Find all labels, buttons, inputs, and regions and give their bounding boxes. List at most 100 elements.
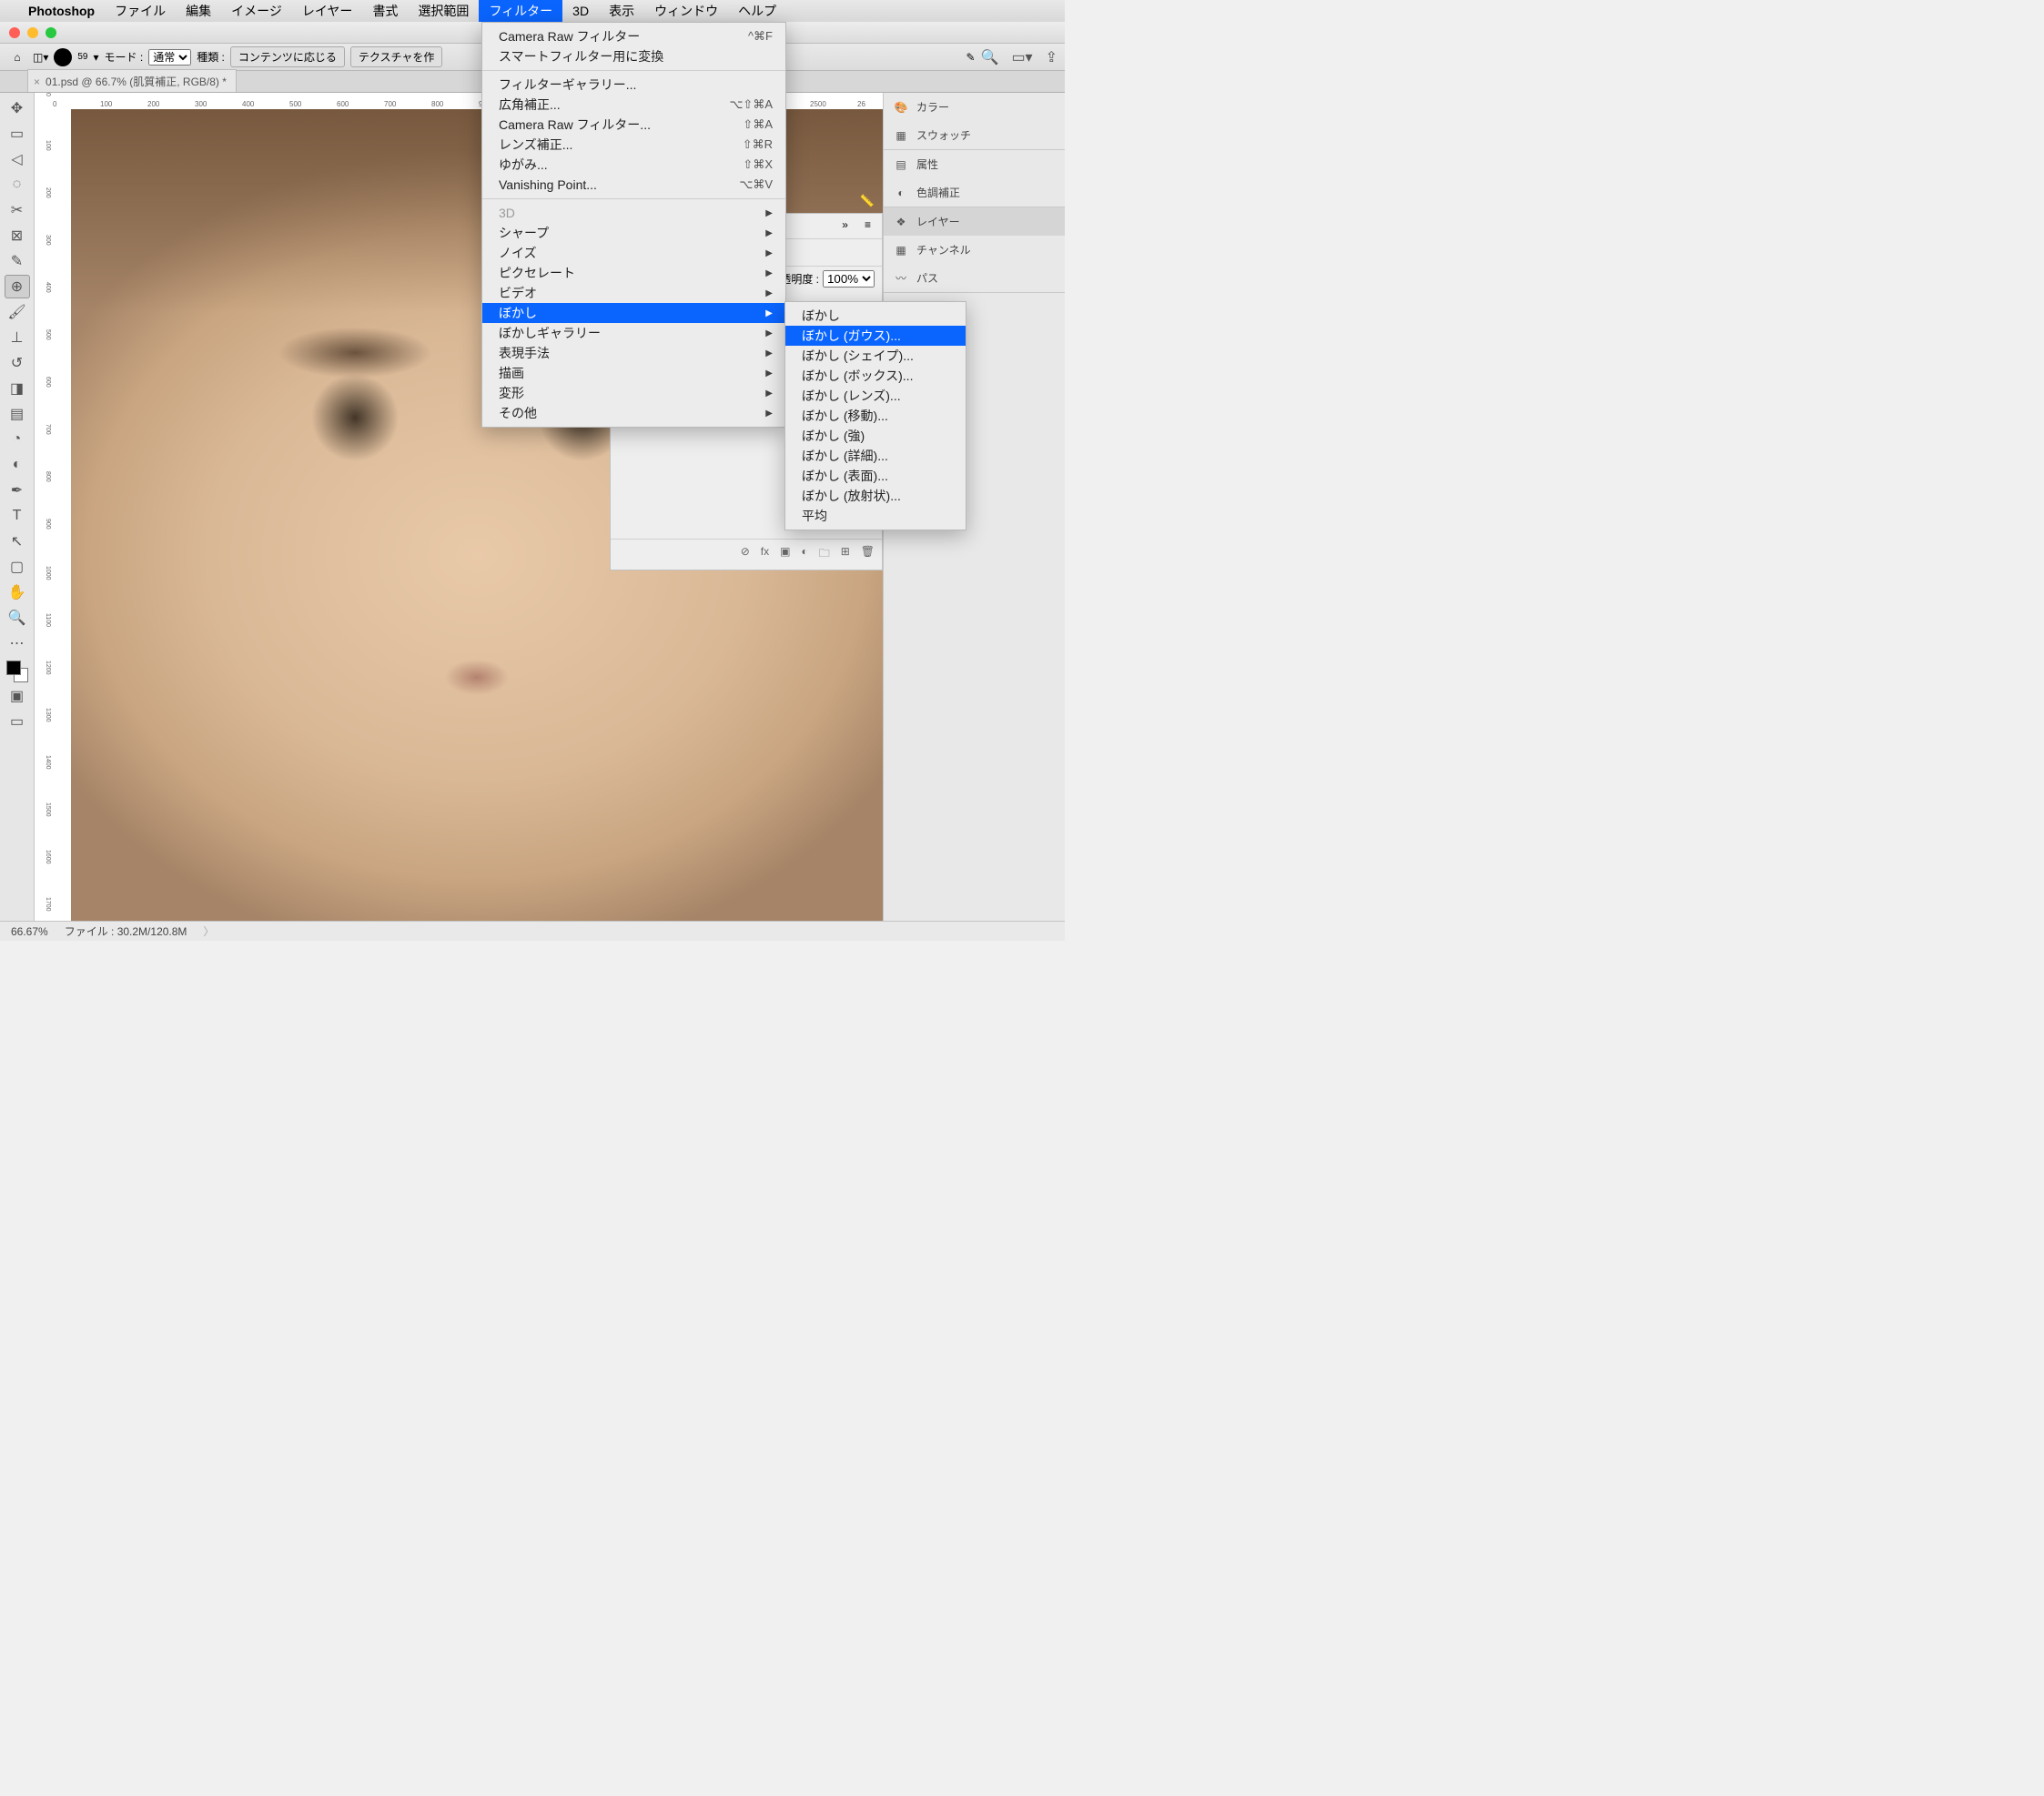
filter-item[interactable]: その他: [482, 403, 785, 423]
healing-brush-tool[interactable]: ⊕: [5, 275, 30, 298]
blur-item[interactable]: ぼかし (ボックス)...: [785, 366, 966, 386]
brush-tool[interactable]: 🖌: [5, 300, 30, 324]
blur-tool[interactable]: ◔: [5, 428, 30, 451]
opacity-select[interactable]: 100%: [823, 270, 875, 288]
stamp-tool[interactable]: ⊥: [5, 326, 30, 349]
brush-settings-icon[interactable]: ✎: [966, 51, 975, 64]
menu-filter[interactable]: フィルター: [479, 0, 562, 23]
dodge-tool[interactable]: ◐: [5, 453, 30, 477]
minimize-window-button[interactable]: [27, 27, 38, 38]
blur-item[interactable]: ぼかし (移動)...: [785, 406, 966, 426]
link-icon[interactable]: ⊘: [741, 545, 750, 564]
trash-icon[interactable]: 🗑: [861, 545, 875, 564]
channels-tab[interactable]: ▦チャンネル: [884, 236, 1065, 264]
quick-select-tool[interactable]: ◌: [5, 173, 30, 197]
filter-item[interactable]: 広角補正...⌥⇧⌘A: [482, 95, 785, 115]
lasso-tool[interactable]: ◁: [5, 147, 30, 171]
move-tool[interactable]: ✥: [5, 96, 30, 120]
zoom-window-button[interactable]: [46, 27, 56, 38]
brush-preview[interactable]: [54, 48, 72, 66]
workspace-icon[interactable]: ▭▾: [1011, 48, 1032, 66]
menu-3d[interactable]: 3D: [562, 1, 599, 21]
menu-app[interactable]: Photoshop: [18, 1, 105, 21]
blur-item[interactable]: 平均: [785, 506, 966, 526]
menu-file[interactable]: ファイル: [105, 0, 176, 23]
brush-preset-picker[interactable]: ◫▾: [33, 51, 48, 64]
filter-item[interactable]: スマートフィルター用に変換: [482, 46, 785, 66]
blur-item[interactable]: ぼかし: [785, 306, 966, 326]
filter-item[interactable]: Vanishing Point...⌥⌘V: [482, 175, 785, 195]
path-select-tool[interactable]: ↖: [5, 530, 30, 553]
gradient-tool[interactable]: ▤: [5, 402, 30, 426]
zoom-level[interactable]: 66.67%: [11, 925, 48, 938]
close-window-button[interactable]: [9, 27, 20, 38]
rectangle-tool[interactable]: ▢: [5, 555, 30, 579]
menu-window[interactable]: ウィンドウ: [644, 0, 728, 23]
mask-icon[interactable]: ▣: [780, 545, 790, 564]
menu-view[interactable]: 表示: [599, 0, 644, 23]
filter-item[interactable]: 表現手法: [482, 343, 785, 363]
ruler-icon[interactable]: 📏: [855, 189, 879, 213]
blur-item[interactable]: ぼかし (シェイプ)...: [785, 346, 966, 366]
marquee-tool[interactable]: ▭: [5, 122, 30, 146]
panel-expand-icon[interactable]: »: [835, 216, 855, 237]
hand-tool[interactable]: ✋: [5, 580, 30, 604]
create-texture-button[interactable]: テクスチャを作: [350, 46, 443, 67]
eraser-tool[interactable]: ◨: [5, 377, 30, 400]
filter-item[interactable]: 描画: [482, 363, 785, 383]
type-tool[interactable]: T: [5, 504, 30, 528]
paths-tab[interactable]: 〰パス: [884, 264, 1065, 292]
filter-item[interactable]: フィルターギャラリー...: [482, 75, 785, 95]
brush-dropdown-icon[interactable]: ▾: [94, 51, 99, 64]
filter-item[interactable]: ぼかしギャラリー: [482, 323, 785, 343]
adj-new-icon[interactable]: ◐: [801, 545, 807, 564]
screen-mode-button[interactable]: ▭: [5, 710, 30, 733]
quick-mask-button[interactable]: ▣: [5, 684, 30, 708]
share-icon[interactable]: ⇪: [1046, 48, 1057, 66]
search-icon[interactable]: 🔍: [981, 48, 999, 66]
panel-menu-icon[interactable]: ≡: [857, 216, 878, 237]
crop-tool[interactable]: ✂: [5, 198, 30, 222]
blur-item[interactable]: ぼかし (表面)...: [785, 466, 966, 486]
document-tab[interactable]: × 01.psd @ 66.7% (肌質補正, RGB/8) *: [27, 69, 237, 92]
frame-tool[interactable]: ⊠: [5, 224, 30, 247]
color-panel[interactable]: 🎨カラー: [884, 93, 1065, 121]
menu-edit[interactable]: 編集: [176, 0, 221, 23]
filter-item[interactable]: ノイズ: [482, 243, 785, 263]
filter-item[interactable]: Camera Raw フィルター^⌘F: [482, 26, 785, 46]
eyedropper-tool[interactable]: ✎: [5, 249, 30, 273]
filter-item[interactable]: Camera Raw フィルター...⇧⌘A: [482, 115, 785, 135]
menu-help[interactable]: ヘルプ: [728, 0, 786, 23]
history-brush-tool[interactable]: ↺: [5, 351, 30, 375]
layers-tab[interactable]: ❖レイヤー: [884, 207, 1065, 236]
menu-layer[interactable]: レイヤー: [292, 0, 363, 23]
blur-item[interactable]: ぼかし (詳細)...: [785, 446, 966, 466]
filter-item[interactable]: 変形: [482, 383, 785, 403]
zoom-tool[interactable]: 🔍: [5, 606, 30, 630]
new-icon[interactable]: ⊞: [841, 545, 850, 564]
menu-image[interactable]: イメージ: [221, 0, 292, 23]
adjustments-panel[interactable]: ◐色調補正: [884, 178, 1065, 207]
swatches-panel[interactable]: ▦スウォッチ: [884, 121, 1065, 149]
pen-tool[interactable]: ✒: [5, 479, 30, 502]
file-info[interactable]: ファイル : 30.2M/120.8M: [65, 923, 187, 939]
filter-item[interactable]: レンズ補正...⇧⌘R: [482, 135, 785, 155]
filter-item[interactable]: ゆがみ...⇧⌘X: [482, 155, 785, 175]
filter-item[interactable]: シャープ: [482, 223, 785, 243]
menu-select[interactable]: 選択範囲: [408, 0, 479, 23]
menu-type[interactable]: 書式: [362, 0, 408, 23]
home-button[interactable]: ⌂: [7, 47, 27, 67]
blur-item[interactable]: ぼかし (ガウス)...: [785, 326, 966, 346]
blur-item[interactable]: ぼかし (強): [785, 426, 966, 446]
content-aware-button[interactable]: コンテンツに応じる: [230, 46, 345, 67]
more-tools[interactable]: ⋯: [5, 631, 30, 655]
status-arrow-icon[interactable]: 〉: [203, 923, 214, 939]
group-icon[interactable]: 🗀: [819, 545, 830, 564]
filter-item[interactable]: ビデオ: [482, 283, 785, 303]
fx-icon[interactable]: fx: [761, 545, 769, 564]
blur-item[interactable]: ぼかし (レンズ)...: [785, 386, 966, 406]
mode-select[interactable]: 通常: [148, 49, 191, 66]
foreground-background-colors[interactable]: [6, 661, 28, 682]
filter-item[interactable]: ピクセレート: [482, 263, 785, 283]
properties-panel[interactable]: ▤属性: [884, 150, 1065, 178]
